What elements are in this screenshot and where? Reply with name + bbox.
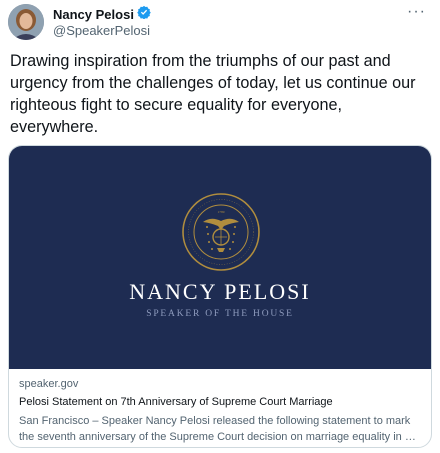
author-name[interactable]: Nancy Pelosi	[53, 7, 134, 22]
avatar[interactable]	[8, 4, 44, 40]
card-image-subtitle: SPEAKER OF THE HOUSE	[146, 309, 294, 319]
card-title[interactable]: Pelosi Statement on 7th Anniversary of S…	[19, 394, 421, 410]
card-body: speaker.gov Pelosi Statement on 7th Anni…	[9, 369, 431, 445]
card-domain: speaker.gov	[19, 378, 79, 390]
more-options-icon[interactable]: ···	[407, 4, 426, 20]
avatar-photo	[8, 4, 44, 40]
tweet-text: Drawing inspiration from the triumphs of…	[10, 52, 416, 136]
tweet-author: Nancy Pelosi @SpeakerPelosi	[53, 5, 151, 38]
speaker-seal-icon: 1789	[182, 193, 260, 271]
card-image-title: NANCY PELOSI	[129, 279, 311, 304]
link-card[interactable]: 1789 NANCY PELOSI SPEAKER OF THE HOUSE s…	[8, 145, 432, 448]
author-handle[interactable]: @SpeakerPelosi	[53, 23, 151, 38]
seal-year: 1789	[218, 210, 225, 214]
card-description: San Francisco – Speaker Nancy Pelosi rel…	[19, 415, 416, 443]
card-image: 1789 NANCY PELOSI SPEAKER OF THE HOUSE	[9, 146, 431, 369]
verified-badge-icon	[137, 5, 151, 24]
